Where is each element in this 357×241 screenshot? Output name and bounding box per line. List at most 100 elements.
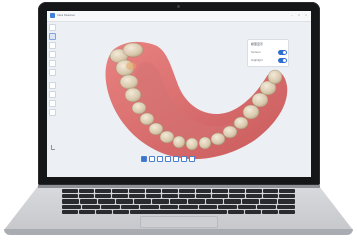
key: [195, 189, 212, 194]
key: [62, 209, 79, 215]
key: [95, 194, 112, 199]
key: [128, 189, 145, 194]
key: [262, 194, 279, 199]
key: [245, 189, 262, 194]
right-view-icon[interactable]: [165, 156, 171, 162]
key: [262, 189, 279, 194]
maximize-icon[interactable]: □: [297, 13, 301, 17]
key: [112, 194, 128, 199]
laptop-front-edge: [4, 229, 353, 235]
key: [96, 209, 113, 215]
key: [134, 199, 151, 204]
key: [229, 189, 245, 194]
key: [162, 189, 179, 194]
space-key: [130, 209, 227, 215]
select-icon[interactable]: [49, 24, 56, 31]
key: [116, 199, 133, 204]
bottom-view-icon[interactable]: [181, 156, 187, 162]
laptop-hinge: [38, 185, 320, 188]
key: [179, 204, 198, 209]
settings-icon[interactable]: [49, 100, 56, 107]
key: [101, 204, 120, 209]
key: [279, 194, 296, 199]
view-toolbar: [141, 156, 195, 162]
key: [242, 199, 259, 204]
lasso-icon[interactable]: [49, 42, 56, 49]
key: [78, 189, 95, 194]
top-view-icon[interactable]: [173, 156, 179, 162]
key: [278, 199, 295, 204]
redo-icon[interactable]: [49, 91, 56, 98]
key: [162, 194, 179, 199]
title-bar: Intra Scanner – □ ×: [47, 11, 311, 22]
help-icon[interactable]: [49, 109, 56, 116]
highlight-toggle[interactable]: [278, 58, 287, 63]
key: [179, 189, 195, 194]
app-window: Intra Scanner – □ × 模型显示 Texture Highlig…: [47, 11, 311, 177]
back-view-icon[interactable]: [149, 156, 155, 162]
key: [198, 204, 217, 209]
key: [112, 189, 128, 194]
key: [170, 199, 187, 204]
key: [159, 204, 178, 209]
undo-icon[interactable]: [49, 82, 56, 89]
key: [62, 194, 78, 199]
window-controls: – □ ×: [290, 13, 308, 17]
laptop-lid: Intra Scanner – □ × 模型显示 Texture Highlig…: [38, 2, 320, 185]
key: [229, 194, 245, 199]
left-toolbar: [49, 24, 56, 116]
key: [98, 199, 115, 204]
key: [152, 199, 169, 204]
front-view-icon[interactable]: [141, 156, 147, 162]
panel-row-highlight: Highlight: [251, 58, 287, 63]
key: [145, 194, 162, 199]
keyboard-row: [62, 209, 296, 215]
mark-icon[interactable]: [49, 69, 56, 76]
close-icon[interactable]: ×: [304, 13, 308, 17]
scan-highlight: [126, 62, 136, 70]
app-title: Intra Scanner: [57, 13, 76, 17]
panel-row-label: Highlight: [251, 58, 263, 62]
panel-title: 模型显示: [251, 42, 264, 46]
key: [81, 204, 100, 209]
keyboard-row: [62, 194, 296, 199]
key: [244, 209, 261, 215]
key: [95, 189, 112, 194]
fit-view-icon[interactable]: [189, 156, 195, 162]
key: [261, 209, 278, 215]
webcam-icon: [177, 5, 180, 8]
erase-icon[interactable]: [49, 51, 56, 58]
display-settings-panel: 模型显示 Texture Highlight: [247, 39, 289, 67]
key: [257, 204, 276, 209]
keyboard-row: [62, 199, 295, 204]
panel-row-texture: Texture: [251, 50, 287, 55]
key: [227, 209, 244, 215]
crop-icon[interactable]: [49, 33, 56, 40]
key: [179, 194, 195, 199]
key: [62, 199, 79, 204]
key: [212, 189, 229, 194]
key: [120, 204, 139, 209]
key: [206, 199, 223, 204]
left-view-icon[interactable]: [157, 156, 163, 162]
measure-icon[interactable]: [49, 60, 56, 67]
key: [245, 194, 262, 199]
touchpad: [140, 216, 218, 228]
panel-row-label: Texture: [251, 50, 261, 54]
key: [195, 194, 212, 199]
key: [188, 199, 205, 204]
app-logo-icon: [50, 13, 55, 18]
key: [113, 209, 130, 215]
key: [140, 204, 159, 209]
key: [279, 189, 296, 194]
key: [79, 209, 96, 215]
key: [218, 204, 237, 209]
key: [212, 194, 229, 199]
cursor-icon: [51, 145, 55, 150]
key: [224, 199, 241, 204]
key: [62, 204, 81, 209]
minimize-icon[interactable]: –: [290, 13, 294, 17]
texture-toggle[interactable]: [278, 50, 287, 55]
key: [145, 189, 162, 194]
key: [128, 194, 145, 199]
